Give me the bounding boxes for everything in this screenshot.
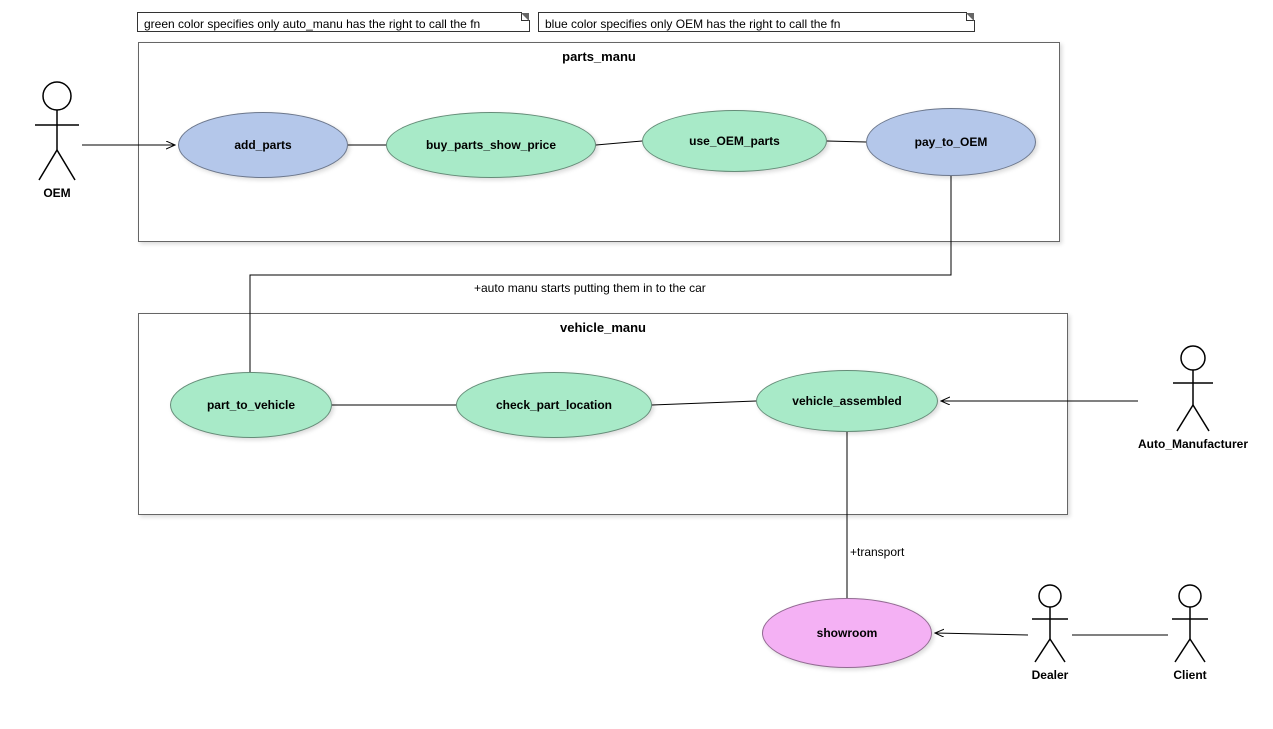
note-green: green color specifies only auto_manu has… — [137, 12, 530, 32]
stickman-icon — [1168, 584, 1212, 664]
actor-auto-manufacturer-label: Auto_Manufacturer — [1138, 437, 1248, 451]
actor-oem-label: OEM — [43, 186, 70, 200]
actor-auto-manufacturer: Auto_Manufacturer — [1138, 345, 1248, 451]
actor-oem: OEM — [32, 80, 82, 200]
usecase-check-part-location: check_part_location — [456, 372, 652, 438]
actor-dealer-label: Dealer — [1032, 668, 1069, 682]
usecase-part-to-vehicle: part_to_vehicle — [170, 372, 332, 438]
stickman-icon — [32, 80, 82, 182]
actor-dealer: Dealer — [1028, 584, 1072, 682]
note-blue-text: blue color specifies only OEM has the ri… — [545, 17, 840, 31]
usecase-vehicle-assembled: vehicle_assembled — [756, 370, 938, 432]
system-parts-manu-title: parts_manu — [139, 43, 1059, 64]
stickman-icon — [1028, 584, 1072, 664]
usecase-check-part-location-label: check_part_location — [496, 398, 612, 412]
usecase-use-oem-label: use_OEM_parts — [689, 134, 780, 148]
usecase-buy-parts-show-price: buy_parts_show_price — [386, 112, 596, 178]
note-green-text: green color specifies only auto_manu has… — [144, 17, 480, 31]
usecase-showroom-label: showroom — [817, 626, 878, 640]
usecase-add-parts: add_parts — [178, 112, 348, 178]
usecase-vehicle-assembled-label: vehicle_assembled — [792, 394, 901, 408]
usecase-pay-to-oem-label: pay_to_OEM — [915, 135, 988, 149]
edge-label-assembly: +auto manu starts putting them in to the… — [474, 281, 706, 295]
usecase-buy-parts-label: buy_parts_show_price — [426, 138, 556, 152]
note-blue: blue color specifies only OEM has the ri… — [538, 12, 975, 32]
system-vehicle-manu-title: vehicle_manu — [139, 314, 1067, 335]
edge-label-transport: +transport — [850, 545, 904, 559]
stickman-icon — [1169, 345, 1217, 433]
actor-client: Client — [1168, 584, 1212, 682]
usecase-use-oem-parts: use_OEM_parts — [642, 110, 827, 172]
usecase-add-parts-label: add_parts — [234, 138, 291, 152]
usecase-part-to-vehicle-label: part_to_vehicle — [207, 398, 295, 412]
usecase-showroom: showroom — [762, 598, 932, 668]
usecase-pay-to-oem: pay_to_OEM — [866, 108, 1036, 176]
actor-client-label: Client — [1173, 668, 1206, 682]
